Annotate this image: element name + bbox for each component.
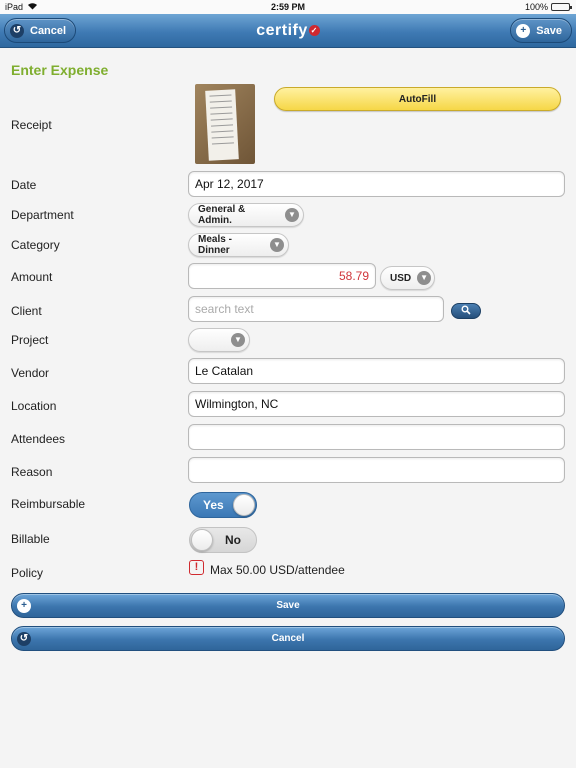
reason-field[interactable] (188, 457, 565, 483)
plus-icon: + (516, 23, 531, 38)
autofill-button[interactable]: AutoFill (274, 87, 561, 111)
reimbursable-value: Yes (203, 498, 224, 512)
nav-save-button[interactable]: + Save (510, 18, 572, 43)
vendor-label: Vendor (11, 366, 50, 380)
client-search-input[interactable]: search text (188, 296, 444, 322)
policy-label: Policy (11, 566, 44, 580)
date-label: Date (11, 178, 37, 192)
billable-value: No (225, 533, 241, 547)
cancel-button-label: Cancel (271, 633, 305, 644)
warning-icon: ! (189, 559, 204, 575)
currency-value: USD (390, 272, 412, 284)
brand-text: certify (256, 22, 308, 39)
brand-logo: certify ✓ (0, 22, 576, 40)
receipt-label: Receipt (11, 118, 52, 132)
department-value: General & Admin. (198, 204, 246, 226)
chevron-down-icon: ▼ (417, 271, 432, 285)
check-icon: ✓ (308, 25, 320, 37)
chevron-down-icon: ▼ (285, 208, 299, 222)
amount-field[interactable]: 58.79 (188, 263, 376, 289)
receipt-thumbnail[interactable] (195, 84, 255, 164)
location-field[interactable]: Wilmington, NC (188, 391, 565, 417)
nav-bar: ↺ Cancel certify ✓ + Save (0, 14, 576, 48)
attendees-field[interactable] (188, 424, 565, 450)
location-label: Location (11, 399, 57, 413)
client-label: Client (11, 304, 42, 318)
policy-warning: ! Max 50.00 USD/attendee (189, 559, 345, 577)
search-icon (461, 302, 471, 320)
billable-toggle[interactable]: No (189, 527, 257, 553)
page-title: Enter Expense (11, 62, 109, 78)
vendor-field[interactable]: Le Catalan (188, 358, 565, 384)
save-button[interactable]: + Save (11, 593, 565, 618)
cancel-button[interactable]: ↺ Cancel (11, 626, 565, 651)
status-time: 2:59 PM (270, 2, 305, 12)
reimbursable-toggle[interactable]: Yes (189, 492, 257, 518)
category-label: Category (11, 238, 60, 252)
battery-percent: 100% (524, 2, 548, 12)
date-field[interactable]: Apr 12, 2017 (188, 171, 565, 197)
chevron-down-icon: ▼ (270, 238, 284, 252)
client-search-button[interactable] (451, 303, 481, 319)
reason-label: Reason (11, 465, 53, 479)
plus-icon: + (17, 599, 31, 613)
chevron-down-icon: ▼ (231, 333, 245, 347)
toggle-knob (233, 494, 255, 516)
reimbursable-label: Reimbursable (11, 497, 86, 511)
nav-save-label: Save (536, 24, 562, 37)
policy-text: Max 50.00 USD/attendee (210, 563, 345, 577)
category-value: Meals - Dinner (198, 234, 232, 256)
status-bar: iPad 2:59 PM 100% (0, 0, 576, 14)
department-select[interactable]: General & Admin. ▼ (188, 203, 304, 227)
billable-label: Billable (11, 532, 50, 546)
battery-icon (551, 3, 572, 11)
category-select[interactable]: Meals - Dinner ▼ (188, 233, 289, 257)
save-button-label: Save (276, 600, 300, 611)
project-label: Project (11, 333, 49, 347)
attendees-label: Attendees (11, 432, 66, 446)
toggle-knob (191, 529, 213, 551)
amount-label: Amount (11, 270, 53, 284)
project-select[interactable]: ▼ (188, 328, 250, 352)
department-label: Department (11, 208, 74, 222)
back-arrow-icon: ↺ (17, 632, 31, 646)
currency-select[interactable]: USD ▼ (380, 266, 435, 290)
